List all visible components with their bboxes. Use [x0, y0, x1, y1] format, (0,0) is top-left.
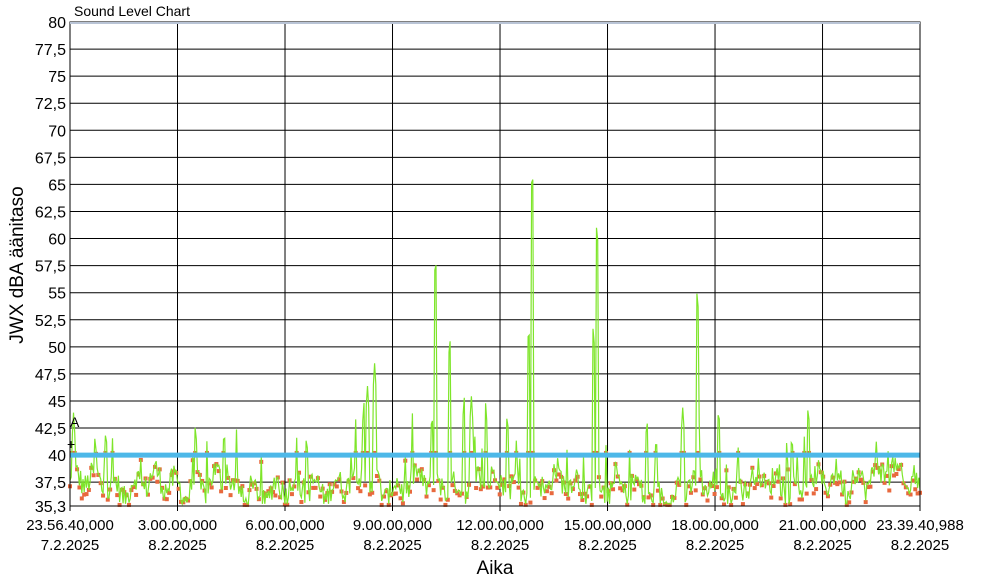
x-tick-date: 8.2.2025	[578, 537, 636, 554]
series-marker	[599, 494, 604, 499]
series-marker	[474, 485, 479, 490]
y-tick-label: 70	[48, 123, 66, 140]
series-marker	[358, 489, 363, 494]
series-marker	[497, 492, 502, 497]
series-marker	[164, 497, 169, 502]
chart-background	[0, 0, 990, 588]
sound-level-chart: Sound Level Chart 80 77,5 75 72,5 70 67,5 65 62…	[0, 0, 990, 588]
x-tick-time: 6.00.00,000	[245, 517, 324, 534]
series-marker	[542, 496, 547, 501]
x-tick-time: 15.00.00,000	[564, 517, 652, 534]
y-tick-label: 40	[48, 448, 66, 465]
x-tick-date: 8.2.2025	[793, 537, 851, 554]
series-marker	[566, 496, 571, 501]
x-tick-time: 23.56.40,000	[26, 517, 114, 534]
x-tick-date: 7.2.2025	[41, 537, 99, 554]
y-tick-label: 42,5	[35, 421, 66, 438]
series-marker	[778, 496, 783, 501]
y-tick-label: 67,5	[35, 150, 66, 167]
series-marker	[733, 495, 738, 500]
y-tick-label: 77,5	[35, 42, 66, 59]
x-axis-title: Aika	[477, 558, 514, 579]
x-tick-time: 9.00.00,000	[353, 517, 432, 534]
y-tick-label: 45	[48, 394, 66, 411]
series-marker	[705, 498, 710, 503]
x-tick-date: 8.2.2025	[256, 537, 314, 554]
series-marker	[91, 473, 96, 478]
annotation-marker: +	[67, 436, 75, 452]
y-tick-label: 60	[48, 232, 66, 249]
series-marker	[549, 491, 554, 496]
annotation-a: A	[70, 414, 80, 430]
series-marker	[847, 500, 852, 505]
series-marker	[863, 500, 868, 505]
series-marker	[755, 482, 760, 487]
series-marker	[693, 488, 698, 493]
y-tick-label: 72,5	[35, 96, 66, 113]
y-tick-label: 57,5	[35, 259, 66, 276]
y-tick-label: 65	[48, 177, 66, 194]
x-tick-date: 8.2.2025	[148, 537, 206, 554]
x-tick-time: 3.00.00,000	[138, 517, 217, 534]
series-marker	[518, 501, 523, 506]
series-marker	[363, 483, 368, 488]
x-tick-date: 8.2.2025	[363, 537, 421, 554]
series-marker	[811, 491, 816, 496]
x-tick-time: 21.00.00,000	[779, 517, 867, 534]
y-tick-label: 50	[48, 340, 66, 357]
series-marker	[79, 496, 84, 501]
series-marker	[887, 488, 892, 493]
series-marker	[438, 497, 443, 502]
series-marker	[868, 484, 873, 489]
series-marker	[84, 492, 89, 497]
series-marker	[101, 493, 106, 498]
x-tick-date: 8.2.2025	[471, 537, 529, 554]
x-tick-date: 8.2.2025	[891, 537, 949, 554]
series-marker	[313, 485, 318, 490]
y-axis-title: JWX dBA äänitaso	[7, 186, 28, 343]
chart-title: Sound Level Chart	[74, 3, 190, 19]
series-marker	[712, 492, 717, 497]
series-marker	[318, 494, 323, 499]
series-marker	[913, 487, 918, 492]
y-tick-label: 75	[48, 69, 66, 86]
x-tick-date: 8.2.2025	[686, 537, 744, 554]
series-marker	[273, 493, 278, 498]
series-marker	[528, 500, 533, 505]
y-tick-label: 55	[48, 286, 66, 303]
y-tick-label: 52,5	[35, 313, 66, 330]
series-marker	[769, 495, 774, 500]
series-marker	[431, 488, 436, 493]
series-marker	[334, 484, 339, 489]
series-marker	[894, 472, 899, 477]
series-marker	[814, 487, 819, 492]
series-marker	[393, 491, 398, 496]
series-marker	[228, 493, 233, 498]
x-tick-time: 12.00.00,000	[456, 517, 544, 534]
series-marker	[714, 485, 719, 490]
series-marker	[804, 491, 809, 496]
series-marker	[740, 502, 745, 507]
series-marker	[299, 500, 304, 505]
series-marker	[223, 485, 228, 490]
y-tick-label: 47,5	[35, 367, 66, 384]
series-marker	[155, 479, 160, 484]
series-marker	[554, 478, 559, 483]
y-tick-label: 80	[48, 15, 66, 32]
y-tick-label: 35,3	[35, 499, 66, 516]
y-tick-label: 62,5	[35, 204, 66, 221]
x-tick-time: 18.00.00,000	[671, 517, 759, 534]
series-marker	[752, 486, 757, 491]
series-marker	[415, 477, 420, 482]
series-marker	[450, 483, 455, 488]
series-marker	[289, 492, 294, 497]
series-marker	[134, 492, 139, 497]
series-marker	[632, 487, 637, 492]
x-tick-time: 23.39.40,988	[876, 517, 964, 534]
y-tick-label: 37,5	[35, 475, 66, 492]
